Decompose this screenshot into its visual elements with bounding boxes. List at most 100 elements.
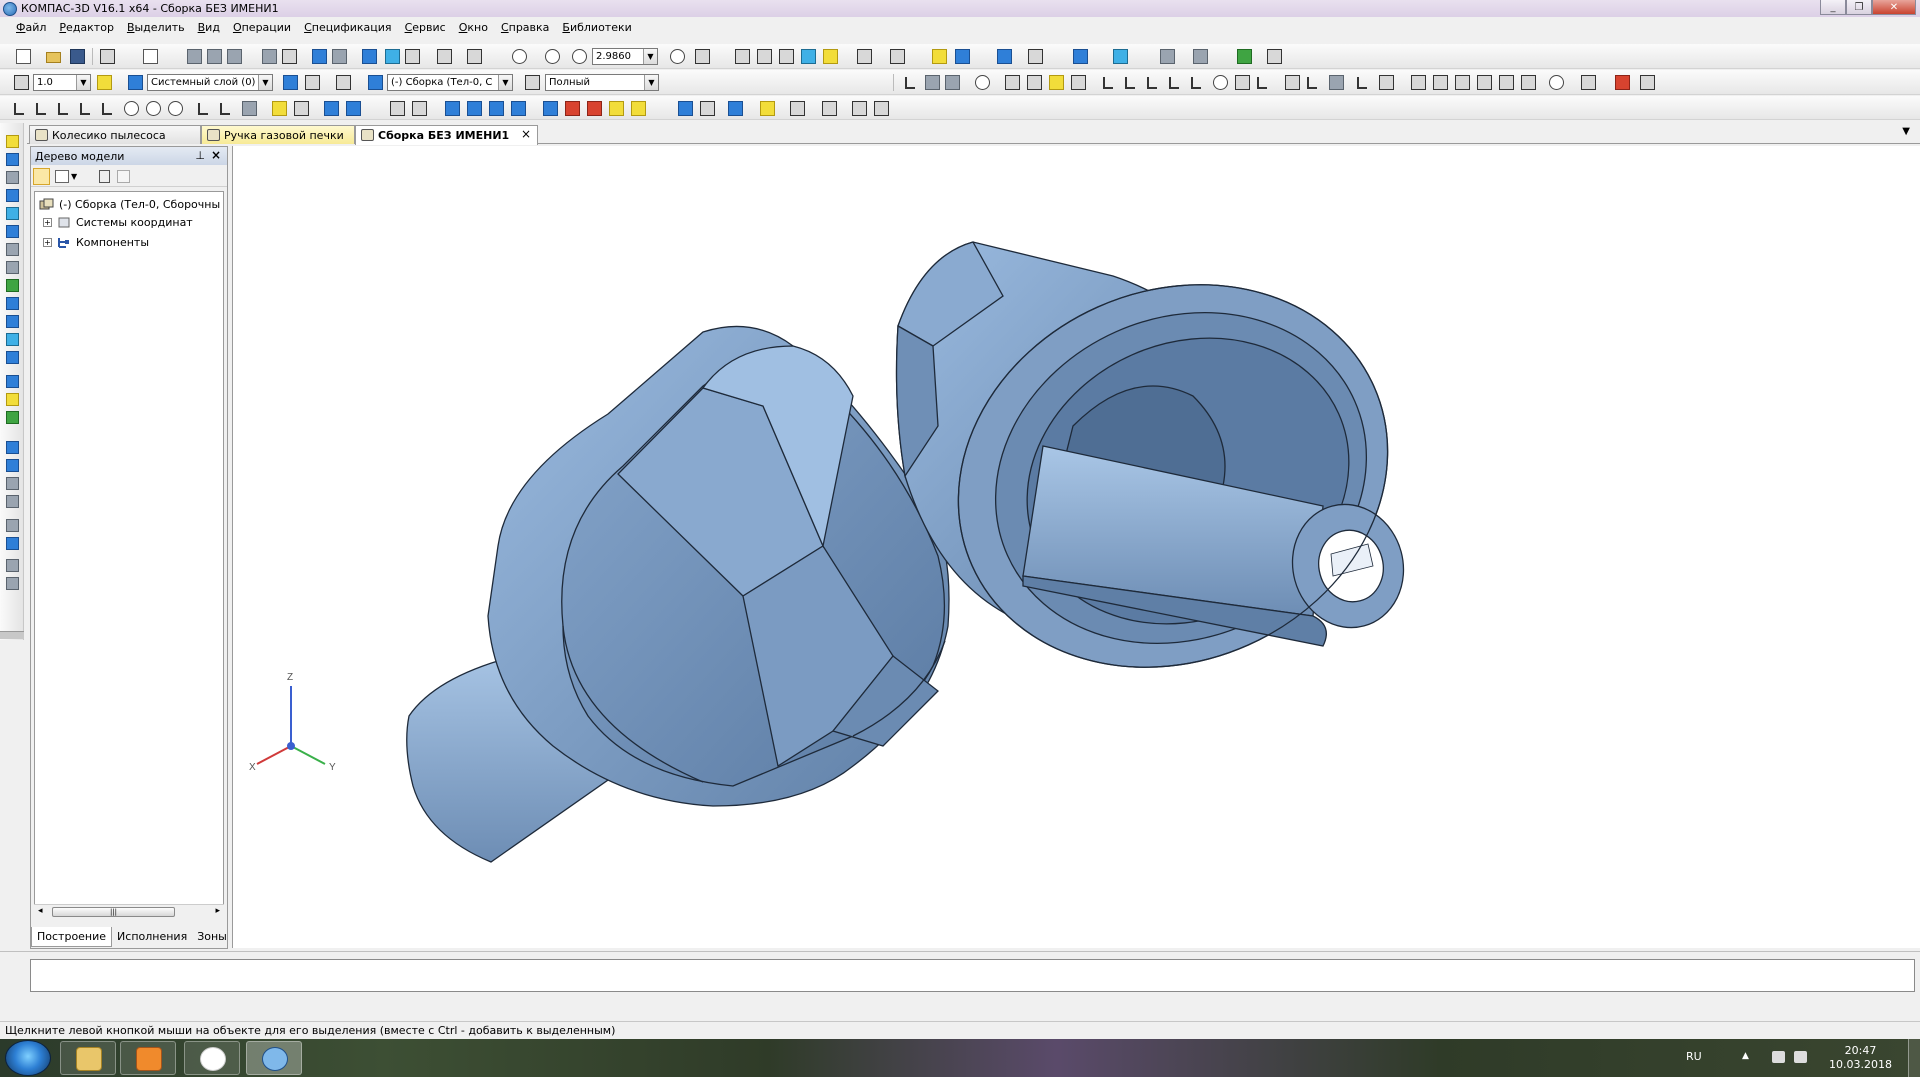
- assembly-combo[interactable]: (-) Сборка (Тел-0, С ▼: [387, 74, 513, 91]
- manager-icon[interactable]: [362, 49, 377, 64]
- tool-icon[interactable]: [272, 101, 287, 116]
- measure-icon[interactable]: [6, 297, 19, 310]
- tool-icon[interactable]: [36, 103, 46, 115]
- tool-icon[interactable]: [467, 101, 482, 116]
- tool-icon[interactable]: [760, 101, 775, 116]
- chevron-down-icon[interactable]: ▼: [71, 172, 77, 181]
- local-cs-icon[interactable]: [305, 75, 320, 90]
- tree-node-coordinate-systems[interactable]: + Системы координат: [43, 216, 193, 229]
- editing-details-icon[interactable]: [6, 135, 19, 148]
- tool-icon[interactable]: [102, 103, 112, 115]
- zoom-value-combo[interactable]: 2.9860 ▼: [592, 48, 658, 65]
- constraint-icon[interactable]: [1411, 75, 1426, 90]
- designations-icon[interactable]: [6, 261, 19, 274]
- scroll-right-icon[interactable]: ▸: [215, 906, 220, 916]
- tool-icon[interactable]: [678, 101, 693, 116]
- taskbar-explorer[interactable]: [60, 1041, 116, 1075]
- undo-icon[interactable]: [312, 49, 327, 64]
- constraint-icon[interactable]: [1549, 75, 1564, 90]
- constraint-icon[interactable]: [1235, 75, 1250, 90]
- constraint-icon[interactable]: [1257, 77, 1267, 89]
- constraint-icon[interactable]: [1329, 75, 1344, 90]
- display-mode-icon[interactable]: [525, 75, 540, 90]
- constraint-icon[interactable]: [1640, 75, 1655, 90]
- surface-icon[interactable]: [1113, 49, 1128, 64]
- show-desktop-button[interactable]: [1908, 1039, 1920, 1077]
- menu-libraries[interactable]: Библиотеки: [562, 21, 631, 34]
- element-icon[interactable]: [6, 441, 19, 454]
- tree-filter-icon[interactable]: [117, 170, 130, 183]
- pin-icon[interactable]: ⊥: [195, 149, 205, 162]
- tree-structure-icon[interactable]: [33, 168, 50, 185]
- zoom-out-icon[interactable]: [545, 49, 560, 64]
- open-folder-icon[interactable]: [46, 52, 61, 63]
- tool-icon[interactable]: [728, 101, 743, 116]
- tab-postroenie[interactable]: Построение: [31, 927, 113, 947]
- close-tab-icon[interactable]: ×: [521, 127, 531, 141]
- tool-icon[interactable]: [124, 101, 139, 116]
- tool-icon[interactable]: [242, 101, 257, 116]
- chevron-down-icon[interactable]: ▼: [1902, 126, 1910, 137]
- menu-file[interactable]: Файл: [16, 21, 46, 34]
- tool-icon[interactable]: [80, 103, 90, 115]
- text-icon[interactable]: [1267, 49, 1282, 64]
- tree-node-assembly[interactable]: (-) Сборка (Тел-0, Сборочны: [39, 198, 220, 211]
- save-icon[interactable]: [70, 49, 85, 64]
- menu-select[interactable]: Выделить: [127, 21, 185, 34]
- constraint-icon[interactable]: [1049, 75, 1064, 90]
- element-icon[interactable]: [6, 559, 19, 572]
- constraint-icon[interactable]: [1615, 75, 1630, 90]
- redo-icon[interactable]: [332, 49, 347, 64]
- variables-icon[interactable]: [385, 49, 400, 64]
- constraint-icon[interactable]: [1191, 77, 1201, 89]
- close-panel-icon[interactable]: ×: [211, 148, 221, 162]
- spec-icon[interactable]: [6, 333, 19, 346]
- taskbar-yandex[interactable]: [184, 1041, 240, 1075]
- command-input[interactable]: [30, 959, 1915, 992]
- tool-icon[interactable]: [631, 101, 646, 116]
- tree-view-icon[interactable]: [55, 170, 69, 183]
- menu-help[interactable]: Справка: [501, 21, 549, 34]
- report-icon[interactable]: [1193, 49, 1208, 64]
- shaded-edges-icon[interactable]: [823, 49, 838, 64]
- display-mode-combo[interactable]: Полный ▼: [545, 74, 659, 91]
- cut-icon[interactable]: [187, 49, 202, 64]
- print-icon[interactable]: [100, 49, 115, 64]
- constraint-icon[interactable]: [1005, 75, 1020, 90]
- filter-icon[interactable]: [6, 315, 19, 328]
- edit-component-icon[interactable]: [336, 75, 351, 90]
- tool-icon[interactable]: [445, 101, 460, 116]
- tool-icon[interactable]: [609, 101, 624, 116]
- check-icon[interactable]: [1237, 49, 1252, 64]
- tool-icon[interactable]: [390, 101, 405, 116]
- constraint-icon[interactable]: [1307, 77, 1317, 89]
- constraint-icon[interactable]: [1581, 75, 1596, 90]
- line-width-combo[interactable]: 1.0 ▼: [33, 74, 91, 91]
- network-icon[interactable]: [1772, 1051, 1785, 1063]
- library-manager-icon[interactable]: [437, 49, 452, 64]
- sheet-metal-icon[interactable]: [6, 411, 19, 424]
- constraint-icon[interactable]: [1455, 75, 1470, 90]
- tab-kolesiko[interactable]: Колесико пылесоса: [29, 125, 201, 144]
- tool-icon[interactable]: [168, 101, 183, 116]
- solid-icon[interactable]: [6, 153, 19, 166]
- constraint-icon[interactable]: [1379, 75, 1394, 90]
- wireframe-icon[interactable]: [735, 49, 750, 64]
- zoom-in-icon[interactable]: [572, 49, 587, 64]
- expand-icon[interactable]: +: [43, 218, 52, 227]
- 3d-viewport[interactable]: Z X Y: [232, 146, 1920, 948]
- assembly-icon[interactable]: [6, 375, 19, 388]
- tool-icon[interactable]: [489, 101, 504, 116]
- show-hidden-icons-icon[interactable]: ▲: [1742, 1051, 1749, 1061]
- constraint-icon[interactable]: [1285, 75, 1300, 90]
- tool-icon[interactable]: [790, 101, 805, 116]
- menu-operations[interactable]: Операции: [233, 21, 291, 34]
- constraint-icon[interactable]: [1103, 77, 1113, 89]
- clock[interactable]: 20:47 10.03.2018: [1829, 1044, 1892, 1072]
- selection-filter-icon[interactable]: [890, 49, 905, 64]
- constraint-icon[interactable]: [1499, 75, 1514, 90]
- constraint-icon[interactable]: [905, 77, 915, 89]
- format-painter-icon[interactable]: [262, 49, 277, 64]
- diagnostics-icon[interactable]: [6, 279, 19, 292]
- tool-icon[interactable]: [587, 101, 602, 116]
